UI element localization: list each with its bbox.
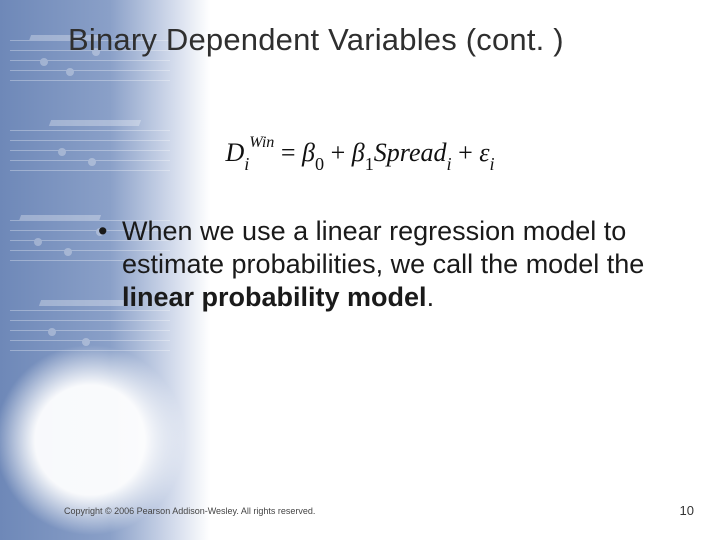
body-text: • When we use a linear regression model … — [98, 215, 665, 314]
copyright-footer: Copyright © 2006 Pearson Addison-Wesley.… — [64, 506, 315, 516]
eq-eps-sub: i — [489, 154, 494, 174]
eq-beta0: β — [302, 138, 315, 167]
eq-eps: ε — [479, 138, 489, 167]
eq-plus1: + — [324, 138, 352, 167]
slide: Binary Dependent Variables (cont. ) DiWi… — [0, 0, 720, 540]
eq-spread-sub: i — [447, 154, 452, 174]
bullet-text-after: . — [427, 282, 435, 312]
bullet-item: • When we use a linear regression model … — [98, 215, 665, 314]
eq-beta0-sub: 0 — [315, 154, 324, 174]
eq-plus2: + — [452, 138, 480, 167]
eq-lhs-base: D — [225, 138, 244, 167]
eq-spread: Spread — [374, 138, 447, 167]
eq-lhs-sub: i — [244, 154, 249, 174]
eq-beta1-sub: 1 — [365, 154, 374, 174]
eq-beta1: β — [352, 138, 365, 167]
eq-equals: = — [274, 138, 302, 167]
bullet-marker: • — [98, 215, 122, 314]
bullet-text-before: When we use a linear regression model to… — [122, 216, 644, 279]
bullet-text: When we use a linear regression model to… — [122, 215, 665, 314]
equation: DiWin = β0 + β1Spreadi + εi — [0, 138, 720, 172]
page-number: 10 — [680, 503, 694, 518]
eq-lhs-sup: Win — [249, 134, 274, 151]
bullet-text-bold: linear probability model — [122, 282, 427, 312]
page-title: Binary Dependent Variables (cont. ) — [68, 22, 690, 58]
